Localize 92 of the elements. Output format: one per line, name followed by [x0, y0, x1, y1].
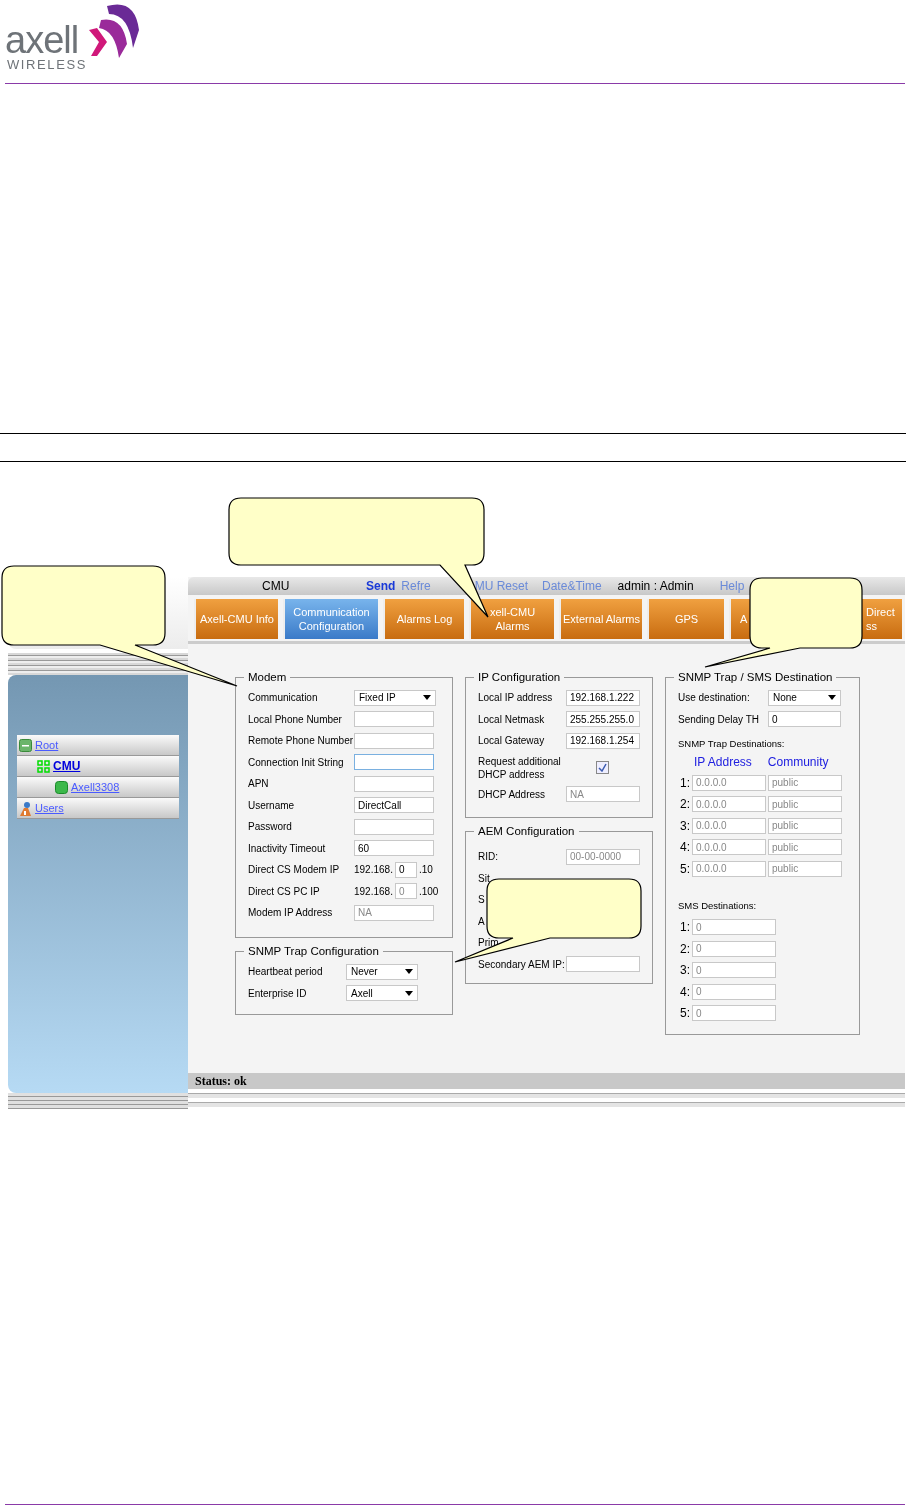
field-label: Local IP address — [478, 691, 554, 705]
field-label: DHCP Address — [478, 787, 547, 801]
nav-link[interactable]: MU Reset — [474, 579, 529, 593]
section-label: SMS Destinations: — [678, 899, 758, 911]
dropdown[interactable]: None — [768, 689, 841, 706]
section-label: SNMP Trap Destinations: — [678, 738, 786, 749]
field-label: Modem IP Address — [248, 906, 334, 920]
ip-suffix: .10 — [418, 864, 433, 876]
field-label: Local Phone Number — [248, 712, 343, 726]
tab[interactable]: GPS — [647, 599, 724, 639]
row-number: 5: — [679, 1006, 690, 1021]
field-label: S — [478, 893, 486, 907]
field-label: Enterprise ID — [248, 986, 308, 1000]
text-field[interactable] — [354, 732, 434, 749]
text-field[interactable]: 255.255.255.0 — [566, 711, 640, 728]
tab[interactable]: Communication Configuration — [283, 599, 378, 639]
field-label: Request additional DHCP address — [478, 754, 562, 781]
field-label: Direct CS Modem IP — [248, 863, 341, 877]
field-label: Inactivity Timeout — [248, 841, 327, 855]
tab[interactable]: xell-CMU Alarms — [469, 599, 554, 639]
tab[interactable]: Axell-CMU Info — [194, 599, 278, 639]
dropdown[interactable]: Never — [346, 963, 418, 980]
field-label: Secondary AEM IP: — [478, 957, 566, 971]
row-number: 3: — [679, 818, 690, 833]
tab[interactable]: Alarms Log — [383, 599, 464, 639]
send-link[interactable]: Send — [366, 579, 396, 593]
text-field[interactable]: 192.168.1.254 — [566, 732, 640, 749]
logo-wordmark: axell — [5, 22, 79, 58]
dropdown[interactable]: Axell — [346, 985, 418, 1002]
text-field[interactable] — [354, 818, 434, 835]
row-number: 1: — [679, 775, 690, 790]
row-number: 2: — [679, 797, 690, 812]
group-title: SNMP Trap Configuration — [247, 945, 380, 957]
text-field[interactable]: DirectCall — [354, 797, 434, 814]
caret-icon — [423, 695, 431, 701]
page-title: CMU — [262, 579, 291, 593]
collapse-icon — [19, 738, 32, 752]
text-field[interactable]: 60 — [354, 840, 434, 857]
ip-prefix: 192.168. — [354, 885, 393, 897]
checkmark-icon — [598, 763, 607, 772]
row-number: 1: — [679, 920, 690, 935]
text-field[interactable] — [354, 711, 434, 728]
group-title: AEM Configuration — [477, 825, 576, 837]
status-bar: Status: ok — [188, 1073, 905, 1089]
field-label: Heartbeat period — [248, 965, 324, 979]
nav-link[interactable]: Refre — [401, 579, 431, 593]
field-label: Connection Init String — [248, 755, 345, 769]
ip-suffix: .100 — [418, 885, 439, 897]
row-number: 5: — [679, 861, 690, 876]
row-number: 2: — [679, 941, 690, 956]
status-square-icon — [55, 780, 68, 794]
field-label: Prim — [478, 936, 500, 950]
field-label: Remote Phone Number — [248, 734, 354, 748]
caret-icon — [828, 695, 836, 701]
column-header: IP Address — [694, 755, 752, 769]
field-label: Communication — [248, 691, 319, 705]
caret-icon — [405, 969, 413, 975]
text-field[interactable]: 192.168.1.222 — [566, 689, 640, 706]
text-field[interactable]: 0 — [768, 711, 841, 728]
nav-link[interactable]: Help — [719, 579, 745, 593]
caret-icon — [405, 990, 413, 996]
text-field[interactable] — [354, 754, 434, 771]
field-label: RID: — [478, 850, 499, 864]
text-field[interactable]: 0 — [394, 861, 417, 878]
field-label: Sit — [478, 871, 491, 885]
logo-subtitle: WIRELESS — [7, 58, 87, 72]
field-label: Username — [248, 798, 296, 812]
group-title: IP Configuration — [477, 671, 562, 683]
row-number: 3: — [679, 963, 690, 978]
text-field[interactable] — [566, 956, 640, 973]
nav-link[interactable]: Date&Time — [542, 579, 602, 593]
ip-prefix: 192.168. — [354, 864, 393, 876]
user-label: admin : Admin — [617, 579, 694, 593]
field-label: Password — [248, 820, 293, 834]
person-icon — [19, 800, 32, 816]
group-title: SNMP Trap / SMS Destination — [677, 671, 834, 683]
field-label: Sending Delay TH — [678, 712, 760, 726]
tab[interactable]: External Alarms — [559, 599, 642, 639]
row-number: 4: — [679, 840, 690, 855]
group-title: Modem — [247, 671, 288, 683]
dropdown[interactable]: Fixed IP — [354, 689, 436, 706]
checkbox[interactable] — [596, 761, 609, 774]
field-label: APN — [248, 777, 270, 791]
field-label: Local Netmask — [478, 712, 546, 726]
text-field[interactable] — [354, 775, 434, 792]
field-label: Use destination: — [678, 691, 751, 705]
field-label: A — [478, 914, 486, 928]
column-header: Community — [767, 755, 829, 769]
field-label: Local Gateway — [478, 734, 546, 748]
field-label: Direct CS PC IP — [248, 884, 321, 898]
row-number: 4: — [679, 984, 690, 999]
grid-icon — [37, 759, 50, 773]
